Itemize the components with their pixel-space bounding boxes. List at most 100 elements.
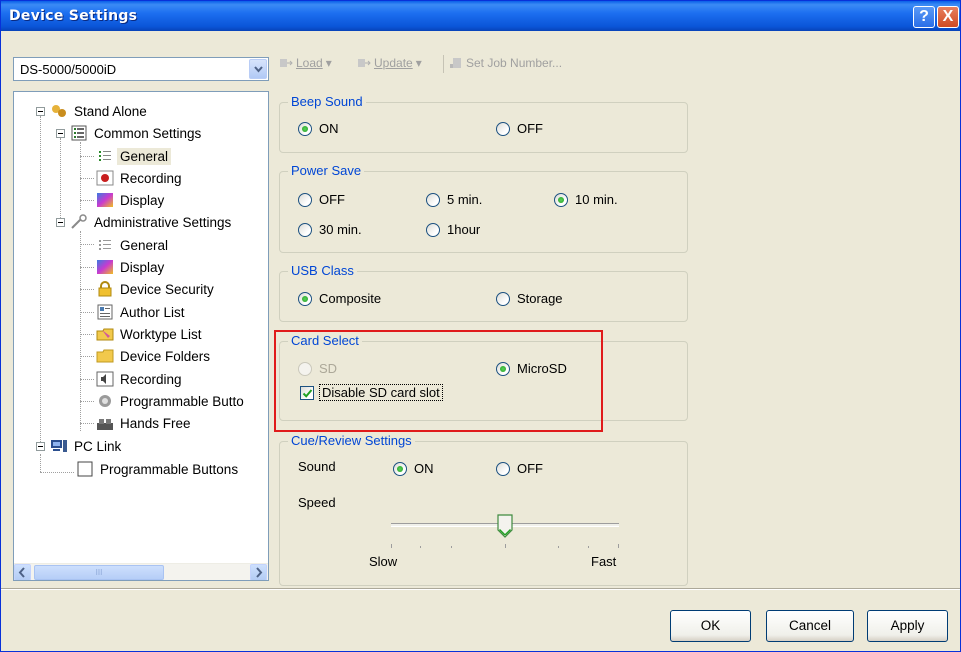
device-model-value: DS-5000/5000iD [20, 62, 117, 77]
blank-page-icon [77, 461, 93, 477]
tree-node-device-security[interactable]: Device Security [96, 279, 217, 299]
slider-tick [391, 544, 392, 548]
usb-composite-radio[interactable]: Composite [298, 291, 381, 306]
tree-node-common-settings[interactable]: Common Settings [70, 123, 204, 143]
power-30min-radio[interactable]: 30 min. [298, 222, 362, 237]
dropdown-button[interactable] [249, 59, 267, 79]
radio-indicator-checked [298, 121, 312, 136]
collapse-toggle[interactable] [36, 442, 45, 451]
tree-line [80, 379, 94, 380]
tree-label: Author List [120, 304, 185, 320]
scroll-thumb[interactable]: III [34, 565, 164, 580]
update-icon [358, 59, 371, 67]
tree-label: Programmable Butto [120, 393, 244, 409]
tree-label: Hands Free [120, 415, 191, 431]
tree-node-device-folders[interactable]: Device Folders [96, 346, 213, 366]
tree-node-admin-general[interactable]: General [96, 235, 171, 255]
tree-label: Device Folders [120, 348, 211, 364]
cue-sound-off-radio[interactable]: OFF [496, 461, 543, 476]
tree-label-selected: General [117, 147, 172, 165]
tree-line [40, 454, 41, 472]
tree-node-hands-free[interactable]: Hands Free [96, 413, 194, 433]
beep-sound-group: Beep Sound [279, 94, 688, 153]
tree-node-pc-programmable-buttons[interactable]: Programmable Buttons [76, 459, 241, 479]
usb-class-legend: USB Class [288, 263, 357, 278]
window-title: Device Settings [9, 8, 138, 24]
horizontal-scrollbar[interactable]: III [14, 563, 268, 580]
tree-node-author-list[interactable]: Author List [96, 302, 188, 322]
collapse-toggle[interactable] [56, 129, 65, 138]
power-1hour-radio[interactable]: 1hour [426, 222, 480, 237]
tree-node-administrative-settings[interactable]: Administrative Settings [70, 212, 234, 232]
set-job-number-label: Set Job Number... [466, 56, 563, 70]
ok-button[interactable]: OK [670, 610, 751, 642]
close-button[interactable]: X [937, 6, 959, 28]
radio-indicator [496, 291, 510, 306]
settings-tree[interactable]: Stand Alone Common Settings General Reco… [13, 91, 269, 581]
speed-slider-thumb[interactable] [497, 514, 513, 538]
radio-indicator [426, 222, 440, 237]
tree-label: Worktype List [120, 326, 202, 342]
tree-line [80, 312, 94, 313]
load-button[interactable]: Load ▾ [279, 56, 332, 70]
apply-button[interactable]: Apply [867, 610, 948, 642]
tree-label: Administrative Settings [94, 214, 232, 230]
radio-indicator-checked [554, 192, 568, 207]
job-number-icon [450, 58, 461, 68]
power-1hour-label: 1hour [447, 222, 481, 237]
tree-node-admin-display[interactable]: Display [96, 257, 167, 277]
tree-label: Recording [120, 170, 182, 186]
tree-node-programmable-buttons[interactable]: Programmable Butto [96, 391, 247, 411]
folder-icon [96, 349, 114, 363]
power-off-radio[interactable]: OFF [298, 192, 345, 207]
update-button[interactable]: Update ▾ [357, 56, 422, 70]
stand-alone-icon [52, 105, 66, 117]
scroll-right-button[interactable] [250, 564, 267, 580]
general-icon [99, 240, 111, 250]
beep-off-radio[interactable]: OFF [496, 121, 543, 136]
cue-speed-label-wrap: Speed [298, 495, 336, 510]
cancel-button[interactable]: Cancel [766, 610, 854, 642]
help-button[interactable]: ? [913, 6, 935, 28]
tree-line [80, 423, 94, 424]
cue-sound-on-label: ON [414, 461, 434, 476]
beep-off-label: OFF [517, 121, 543, 136]
tree-label: PC Link [74, 438, 122, 454]
general-icon [99, 151, 111, 161]
slider-slow-label: Slow [369, 554, 398, 569]
tree-node-display[interactable]: Display [96, 190, 167, 210]
worktype-folder-icon [96, 328, 114, 341]
display-icon [97, 193, 113, 207]
collapse-toggle[interactable] [36, 107, 45, 116]
title-bar[interactable]: Device Settings ? X [1, 1, 960, 31]
usb-storage-label: Storage [517, 291, 563, 306]
tree-node-admin-recording[interactable]: Recording [96, 369, 185, 389]
power-5min-label: 5 min. [447, 192, 483, 207]
power-10min-radio[interactable]: 10 min. [554, 192, 618, 207]
tree-node-general[interactable]: General [96, 146, 172, 166]
foot-pedal-icon [97, 419, 113, 430]
usb-storage-radio[interactable]: Storage [496, 291, 563, 306]
toolbar-separator [443, 55, 444, 73]
tree-node-pc-link[interactable]: PC Link [50, 436, 124, 456]
speaker-icon [96, 371, 114, 387]
footer-separator [1, 588, 960, 590]
beep-on-radio[interactable]: ON [298, 121, 339, 136]
slider-tick [588, 546, 589, 548]
tree-line [80, 289, 94, 290]
tree-node-worktype-list[interactable]: Worktype List [96, 324, 205, 344]
radio-indicator [496, 121, 510, 136]
scroll-left-button[interactable] [14, 564, 31, 580]
set-job-number-button[interactable]: Set Job Number... [449, 56, 562, 70]
tree-line [80, 244, 94, 245]
collapse-toggle[interactable] [56, 218, 65, 227]
tree-label: Display [120, 259, 165, 275]
load-dropdown-icon: ▾ [325, 56, 332, 70]
cue-sound-on-radio[interactable]: ON [393, 461, 434, 476]
cue-sound-off-label: OFF [517, 461, 543, 476]
tree-node-recording[interactable]: Recording [96, 168, 185, 188]
chevron-left-icon [18, 567, 25, 578]
device-model-select[interactable]: DS-5000/5000iD [13, 57, 269, 81]
power-5min-radio[interactable]: 5 min. [426, 192, 482, 207]
tree-node-stand-alone[interactable]: Stand Alone [50, 101, 150, 121]
